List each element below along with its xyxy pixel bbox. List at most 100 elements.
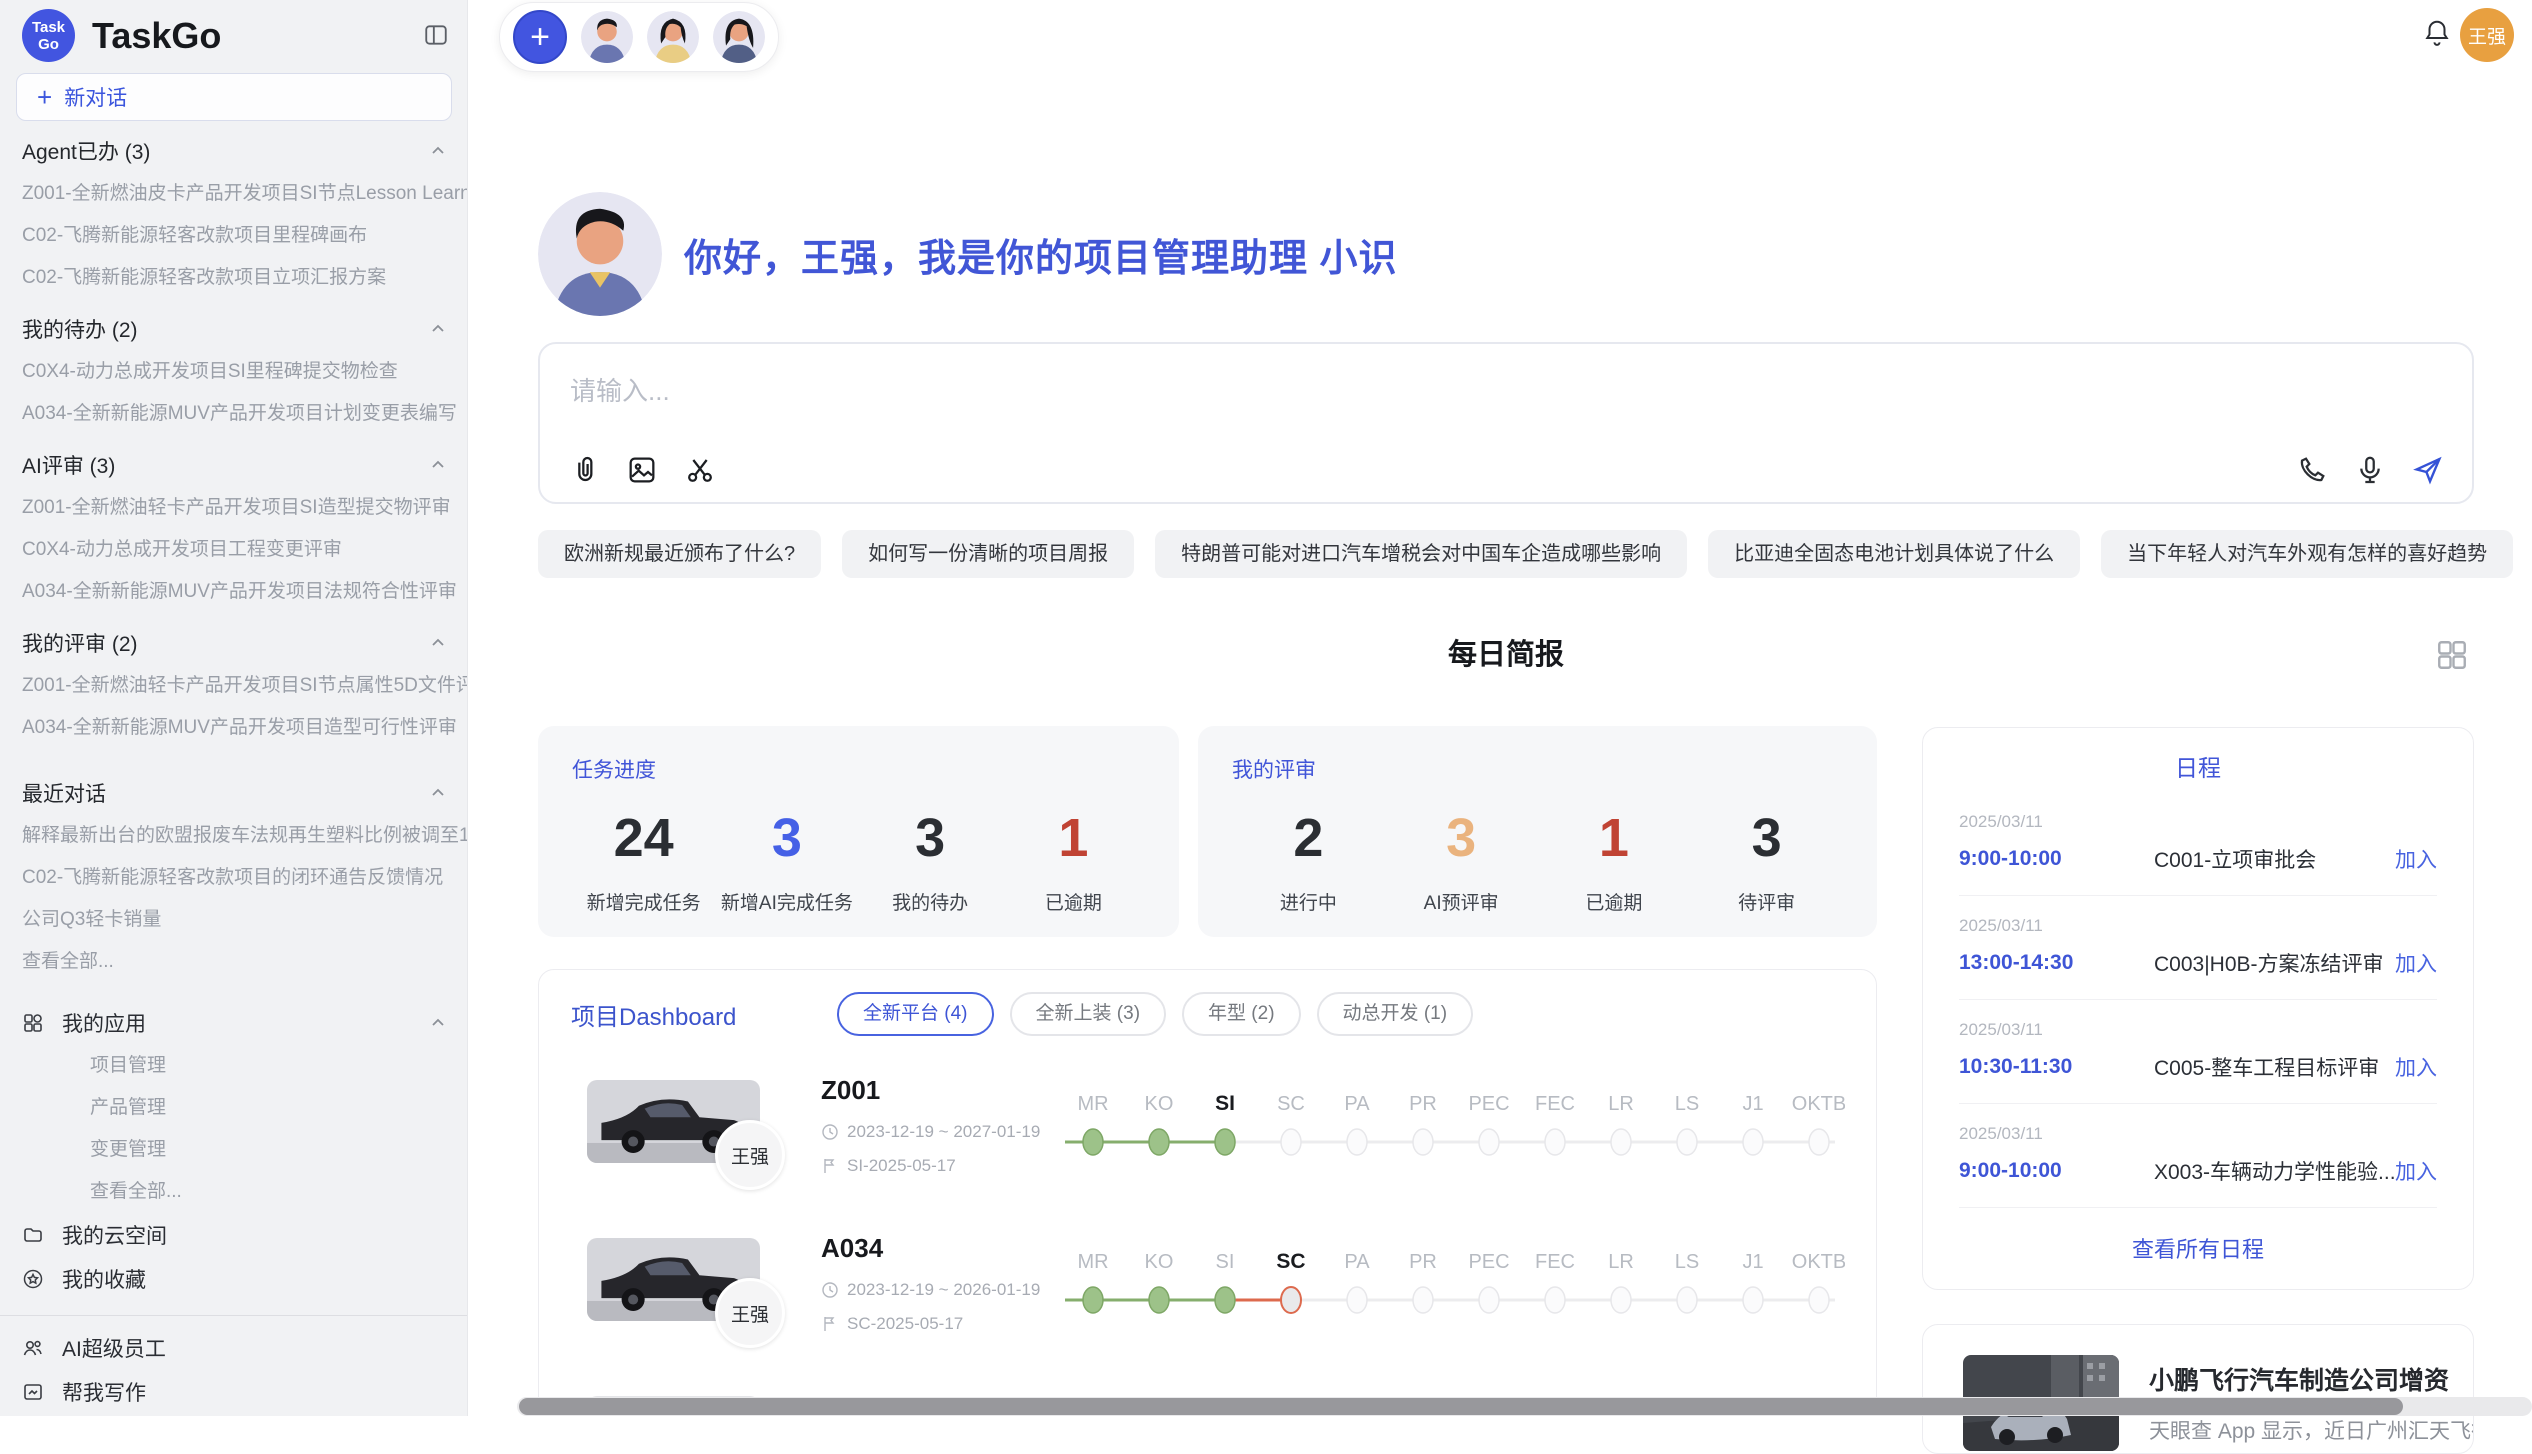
assistant-avatar [538, 192, 662, 316]
schedule-item: 2025/03/11 13:00-14:30 C003|H0B-方案冻结评审 加… [1959, 896, 2437, 1000]
news-card[interactable]: 小鹏飞行汽车制造公司增资 天眼查 App 显示，近日广州汇天飞行汽... [1922, 1324, 2474, 1454]
sidebar-item-writing[interactable]: 帮我写作 [0, 1370, 468, 1414]
agent-avatar-2[interactable] [647, 11, 699, 63]
sidebar-item-favorites[interactable]: 我的收藏 [0, 1257, 468, 1301]
sidebar-item[interactable]: C0X4-动力总成开发项目SI里程碑提交物检查 [0, 351, 468, 393]
quick-agents-bar: + [499, 2, 779, 72]
join-meeting-link[interactable]: 加入 [2395, 844, 2437, 874]
sidebar-item[interactable]: C0X4-动力总成开发项目工程变更评审 [0, 529, 468, 571]
recent-chat-item[interactable]: 公司Q3轻卡销量 [0, 899, 468, 941]
microphone-icon[interactable] [2354, 454, 2386, 486]
clock-icon [821, 1281, 839, 1299]
sidebar-item-my-apps[interactable]: 我的应用 [0, 1001, 468, 1045]
sidebar-group-my-review[interactable]: 我的评审 (2) [0, 621, 468, 665]
project-date-range: 2023-12-19 ~ 2026-01-19 [821, 1280, 1040, 1300]
schedule-name: C005-整车工程目标评审 [2154, 1052, 2395, 1082]
collapse-sidebar-icon[interactable] [423, 22, 449, 48]
scissors-icon[interactable] [684, 454, 716, 486]
svg-text:KO: KO [1145, 1251, 1174, 1273]
sidebar-group-ai-review[interactable]: AI评审 (3) [0, 443, 468, 487]
layout-grid-icon[interactable] [2434, 637, 2470, 673]
horizontal-scrollbar-track[interactable] [517, 1397, 2532, 1416]
tab-new-body[interactable]: 全新上装 (3) [1010, 992, 1167, 1036]
chevron-up-icon[interactable] [428, 1013, 448, 1033]
chat-input[interactable] [570, 376, 1770, 407]
sidebar-item[interactable]: Z001-全新燃油轻卡产品开发项目SI造型提交物评审 [0, 487, 468, 529]
sidebar-group-recent-chats[interactable]: 最近对话 [0, 771, 468, 815]
schedule-date: 2025/03/11 [1959, 812, 2437, 832]
suggestion-chip[interactable]: 欧洲新规最近颁布了什么? [538, 530, 821, 578]
sidebar-item[interactable]: C02-飞腾新能源轻客改款项目立项汇报方案 [0, 257, 468, 299]
image-icon[interactable] [626, 454, 658, 486]
news-snippet: 天眼查 App 显示，近日广州汇天飞行汽... [2149, 1415, 2474, 1445]
stat-new-done: 24新增完成任务 [572, 808, 715, 915]
sidebar-app-item[interactable]: 产品管理 [0, 1087, 468, 1129]
sidebar-item-ai-staff[interactable]: AI超级员工 [0, 1326, 468, 1370]
my-review-card: 我的评审 2进行中 3AI预评审 1已逾期 3待评审 [1198, 726, 1877, 937]
recent-chat-item[interactable]: 解释最新出台的欧盟报废车法规再生塑料比例被调至15%... [0, 815, 468, 857]
send-icon[interactable] [2412, 454, 2444, 486]
chevron-up-icon[interactable] [428, 141, 448, 161]
flag-icon [821, 1315, 839, 1333]
suggestion-chip[interactable]: 当下年轻人对汽车外观有怎样的喜好趋势 [2101, 530, 2513, 578]
sidebar-divider [0, 1315, 468, 1316]
recent-chats-view-all[interactable]: 查看全部... [0, 941, 468, 983]
ai-staff-people-icon [22, 1337, 44, 1359]
cloud-space-icon [22, 1224, 44, 1246]
agent-avatar-1[interactable] [581, 11, 633, 63]
chevron-up-icon[interactable] [428, 633, 448, 653]
project-code: A034 [821, 1233, 883, 1264]
sidebar-group-agent-done[interactable]: Agent已办 (3) [0, 129, 468, 173]
sidebar-item[interactable]: Z001-全新燃油轻卡产品开发项目SI节点属性5D文件评审 [0, 665, 468, 707]
new-chat-button[interactable]: + 新对话 [16, 73, 452, 121]
svg-text:LS: LS [1675, 1251, 1699, 1273]
user-avatar[interactable]: 王强 [2460, 8, 2514, 62]
svg-text:OKTB: OKTB [1792, 1093, 1845, 1115]
sidebar-item[interactable]: C02-飞腾新能源轻客改款项目里程碑画布 [0, 215, 468, 257]
svg-text:SI: SI [1216, 1251, 1235, 1273]
sidebar-item[interactable]: A034-全新新能源MUV产品开发项目计划变更表编写 [0, 393, 468, 435]
join-meeting-link[interactable]: 加入 [2395, 1156, 2437, 1186]
sidebar-item[interactable]: Z001-全新燃油皮卡产品开发项目SI节点Lesson Learn报告 [0, 173, 468, 215]
attachment-icon[interactable] [568, 454, 600, 486]
sidebar-item[interactable]: A034-全新新能源MUV产品开发项目法规符合性评审 [0, 571, 468, 613]
suggestion-chip[interactable]: 特朗普可能对进口汽车增税会对中国车企造成哪些影响 [1155, 530, 1687, 578]
chevron-up-icon[interactable] [428, 319, 448, 339]
stat-in-progress: 2进行中 [1232, 808, 1385, 915]
sidebar-item-cloud-space[interactable]: 我的云空间 [0, 1213, 468, 1257]
add-agent-button[interactable]: + [513, 10, 567, 64]
recent-chat-item[interactable]: C02-飞腾新能源轻客改款项目的闭环通告反馈情况 [0, 857, 468, 899]
sidebar-app-item[interactable]: 项目管理 [0, 1045, 468, 1087]
svg-text:PA: PA [1344, 1251, 1370, 1273]
schedule-item: 2025/03/11 9:00-10:00 C001-立项审批会 加入 [1959, 792, 2437, 896]
tab-powertrain[interactable]: 动总开发 (1) [1317, 992, 1474, 1036]
agent-avatar-3[interactable] [713, 11, 765, 63]
sidebar-apps-view-all[interactable]: 查看全部... [0, 1171, 468, 1213]
stat-my-todo: 3我的待办 [859, 808, 1002, 915]
project-owner-avatar: 王强 [715, 1278, 785, 1348]
tab-new-platform[interactable]: 全新平台 (4) [837, 992, 994, 1036]
suggestion-chip[interactable]: 比亚迪全固态电池计划具体说了什么 [1708, 530, 2080, 578]
view-all-schedule-link[interactable]: 查看所有日程 [1959, 1232, 2437, 1264]
chevron-up-icon[interactable] [428, 783, 448, 803]
schedule-card: 日程 2025/03/11 9:00-10:00 C001-立项审批会 加入 2… [1922, 727, 2474, 1290]
chevron-up-icon[interactable] [428, 455, 448, 475]
svg-text:SC: SC [1276, 1250, 1305, 1273]
project-milestone-date: SI-2025-05-17 [821, 1156, 956, 1176]
daily-briefing-title: 每日简报 [538, 632, 2474, 678]
join-meeting-link[interactable]: 加入 [2395, 1052, 2437, 1082]
schedule-date: 2025/03/11 [1959, 1020, 2437, 1040]
sidebar-item[interactable]: A034-全新新能源MUV产品开发项目造型可行性评审 [0, 707, 468, 749]
clock-icon [821, 1123, 839, 1141]
join-meeting-link[interactable]: 加入 [2395, 948, 2437, 978]
tab-model-year[interactable]: 年型 (2) [1182, 992, 1301, 1036]
phone-call-icon[interactable] [2296, 454, 2328, 486]
plus-icon: + [37, 87, 52, 107]
stat-new-ai-done: 3新增AI完成任务 [715, 808, 858, 915]
sidebar-app-item[interactable]: 变更管理 [0, 1129, 468, 1171]
horizontal-scrollbar-thumb[interactable] [519, 1398, 2403, 1415]
notification-bell-icon[interactable] [2422, 18, 2452, 48]
suggestion-chip[interactable]: 如何写一份清晰的项目周报 [842, 530, 1134, 578]
sidebar-group-my-todo[interactable]: 我的待办 (2) [0, 307, 468, 351]
news-title: 小鹏飞行汽车制造公司增资 [2149, 1361, 2474, 1397]
